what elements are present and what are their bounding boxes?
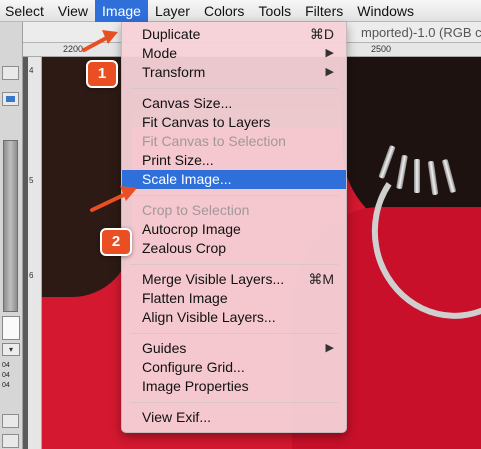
menu-item-label: Zealous Crop [142,240,227,256]
toolbox-value: 04 [2,372,10,379]
menu-colors[interactable]: Colors [197,0,251,22]
tool-button-icon[interactable] [2,434,19,448]
menu-separator [130,402,338,403]
menu-item-print-size[interactable]: Print Size... [122,151,346,170]
tool-button-icon[interactable] [2,414,19,428]
menu-item-mode[interactable]: Mode ▶ [122,44,346,63]
menubar: Select View Image Layer Colors Tools Fil… [0,0,481,22]
menu-select[interactable]: Select [0,0,51,22]
menu-item-canvas-size[interactable]: Canvas Size... [122,94,346,113]
menu-item-crop-to-selection: Crop to Selection [122,201,346,220]
menu-item-label: Mode [142,45,178,61]
menu-item-label: Image Properties [142,378,249,394]
menu-filters[interactable]: Filters [298,0,350,22]
menu-item-view-exif[interactable]: View Exif... [122,408,346,427]
menu-item-duplicate[interactable]: Duplicate ⌘D [122,25,346,44]
toolbox-panel: ▾ 04 04 04 [0,22,23,449]
menu-separator [130,88,338,89]
menu-item-label: Merge Visible Layers... [142,271,285,287]
menu-tools[interactable]: Tools [251,0,298,22]
menu-item-label: Print Size... [142,152,214,168]
shortcut-label: ⌘M [308,271,334,287]
menu-item-fit-canvas-to-selection: Fit Canvas to Selection [122,132,346,151]
chevron-down-icon[interactable]: ▾ [2,343,20,356]
menu-item-flatten-image[interactable]: Flatten Image [122,289,346,308]
menu-item-merge-visible-layers[interactable]: Merge Visible Layers... ⌘M [122,270,346,289]
step-badge-1: 1 [86,60,118,88]
menu-item-transform[interactable]: Transform ▶ [122,63,346,82]
menu-item-zealous-crop[interactable]: Zealous Crop [122,239,346,258]
submenu-arrow-icon: ▶ [325,66,334,78]
menu-image[interactable]: Image [95,0,148,22]
menu-item-label: Duplicate [142,26,201,42]
ruler-label: 2200 [63,44,84,54]
tool-option-icon[interactable] [2,66,19,80]
menu-item-label: Flatten Image [142,290,228,306]
ruler-label: 4 [29,66,34,75]
menu-separator [130,195,338,196]
menu-item-image-properties[interactable]: Image Properties [122,377,346,396]
menu-item-label: Scale Image... [142,171,232,187]
vertical-ruler[interactable]: 4 5 6 [28,57,42,449]
menu-item-label: Fit Canvas to Selection [142,133,286,149]
ruler-label: 6 [29,271,34,280]
menu-item-label: Transform [142,64,206,80]
toolbox-value: 04 [2,362,10,369]
shortcut-label: ⌘D [309,26,334,42]
menu-item-fit-canvas-to-layers[interactable]: Fit Canvas to Layers [122,113,346,132]
color-swatch[interactable] [2,316,20,340]
submenu-arrow-icon: ▶ [325,47,334,59]
menu-item-label: Crop to Selection [142,202,250,218]
menu-windows[interactable]: Windows [350,0,421,22]
menu-item-guides[interactable]: Guides ▶ [122,339,346,358]
ruler-label: 2500 [371,44,392,54]
photo-shadow [42,57,132,297]
level-slider[interactable] [3,140,18,312]
image-menu-dropdown: Duplicate ⌘D Mode ▶ Transform ▶ Canvas S… [121,22,347,433]
menu-item-label: Align Visible Layers... [142,309,276,325]
menu-item-configure-grid[interactable]: Configure Grid... [122,358,346,377]
submenu-arrow-icon: ▶ [325,342,334,354]
histogram-icon[interactable] [2,92,19,106]
menu-item-align-visible-layers[interactable]: Align Visible Layers... [122,308,346,327]
menu-view[interactable]: View [51,0,95,22]
menu-layer[interactable]: Layer [148,0,197,22]
menu-item-label: Configure Grid... [142,359,245,375]
menu-item-label: Autocrop Image [142,221,241,237]
menu-item-label: View Exif... [142,409,211,425]
menu-item-label: Guides [142,340,187,356]
menu-item-label: Canvas Size... [142,95,233,111]
toolbox-value: 04 [2,382,10,389]
photo-pendant [414,159,420,193]
menu-separator [130,264,338,265]
menu-item-scale-image[interactable]: Scale Image... [122,170,346,189]
step-badge-2: 2 [100,228,132,256]
ruler-label: 5 [29,176,34,185]
menu-separator [130,333,338,334]
menu-item-autocrop-image[interactable]: Autocrop Image [122,220,346,239]
window-title: mported)-1.0 (RGB col [361,25,481,40]
menu-item-label: Fit Canvas to Layers [142,114,271,130]
